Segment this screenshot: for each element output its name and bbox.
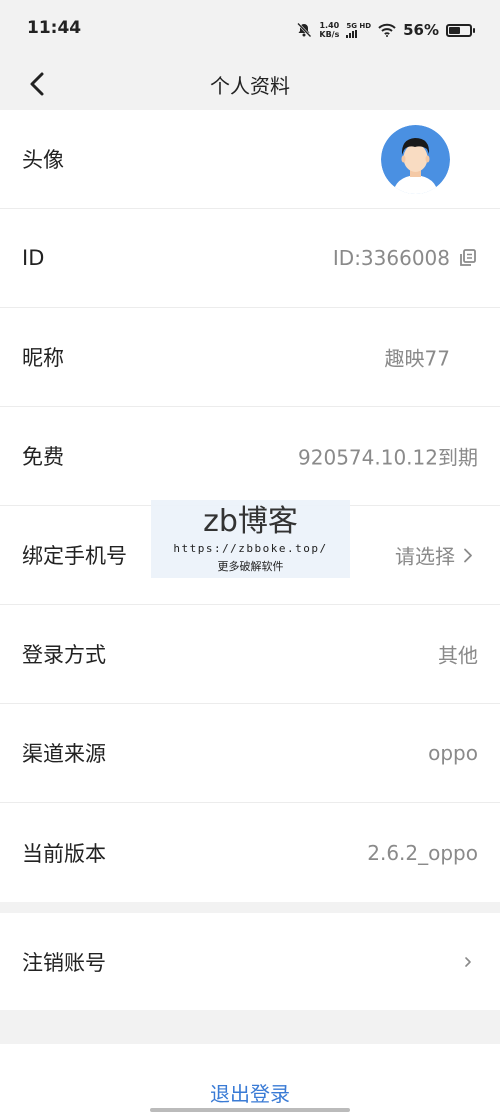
- cancel-account-row[interactable]: 注销账号: [0, 913, 500, 1010]
- net-speed-value: 1.40: [319, 21, 340, 30]
- login-method-value: 其他: [438, 643, 478, 668]
- home-indicator[interactable]: [150, 1108, 350, 1112]
- status-icons: 1.40 KB/s 5G HD 56%: [296, 18, 475, 42]
- watermark-title: zb博客: [203, 504, 298, 539]
- chevron-right-icon: [465, 956, 471, 967]
- channel-label: 渠道来源: [22, 742, 106, 766]
- chevron-right-icon: [464, 548, 472, 562]
- network-type: 5G HD: [346, 22, 372, 30]
- logout-button[interactable]: 退出登录: [0, 1078, 500, 1107]
- free-value: 920574.10.12到期: [298, 445, 478, 470]
- account-list: 注销账号: [0, 913, 500, 1010]
- login-method-label: 登录方式: [22, 643, 106, 667]
- net-speed-unit: KB/s: [319, 30, 340, 39]
- id-value: ID:3366008: [332, 246, 450, 270]
- logout-section: 退出登录: [0, 1044, 500, 1115]
- watermark-subtitle: 更多破解软件: [217, 560, 284, 573]
- channel-value: oppo: [428, 741, 478, 765]
- nickname-value: 趣映77: [384, 346, 450, 371]
- version-row: 当前版本 2.6.2_oppo: [0, 803, 500, 902]
- id-label: ID: [22, 246, 45, 270]
- status-bar: 11:44 1.40 KB/s 5G HD 56%: [0, 0, 500, 58]
- avatar-label: 头像: [22, 148, 64, 172]
- phone-value-wrap: 请选择: [395, 541, 473, 570]
- version-label: 当前版本: [22, 841, 106, 866]
- id-row: ID ID:3366008: [0, 209, 500, 308]
- cancel-account-chevron-wrap: [463, 954, 473, 970]
- channel-row: 渠道来源 oppo: [0, 704, 500, 803]
- copy-icon[interactable]: [458, 248, 478, 268]
- free-row: 免费 920574.10.12到期: [0, 407, 500, 506]
- nickname-row[interactable]: 昵称 趣映77: [0, 308, 500, 407]
- cancel-account-label: 注销账号: [22, 950, 106, 975]
- status-time: 11:44: [27, 18, 82, 38]
- phone-label: 绑定手机号: [22, 544, 127, 568]
- free-label: 免费: [22, 445, 64, 469]
- nickname-label: 昵称: [22, 346, 64, 370]
- version-value: 2.6.2_oppo: [367, 840, 478, 865]
- page-title: 个人资料: [210, 74, 290, 98]
- battery-percent: 56%: [403, 21, 439, 39]
- phone-value: 请选择: [395, 544, 455, 569]
- watermark-url: https://zbboke.top/: [173, 542, 328, 555]
- cellular-signal-icon: 5G HD: [346, 22, 371, 38]
- login-method-row: 登录方式 其他: [0, 605, 500, 704]
- nav-bar: 个人资料: [0, 58, 500, 110]
- avatar[interactable]: [381, 125, 450, 194]
- watermark-banner: zb博客 https://zbboke.top/ 更多破解软件: [151, 500, 350, 578]
- net-speed: 1.40 KB/s: [319, 21, 339, 39]
- wifi-icon: [378, 23, 396, 37]
- id-value-wrap: ID:3366008: [333, 246, 478, 270]
- battery-icon: [446, 23, 475, 37]
- avatar-row[interactable]: 头像: [0, 110, 500, 209]
- avatar-image: [381, 125, 450, 194]
- mute-bell-icon: [297, 22, 312, 38]
